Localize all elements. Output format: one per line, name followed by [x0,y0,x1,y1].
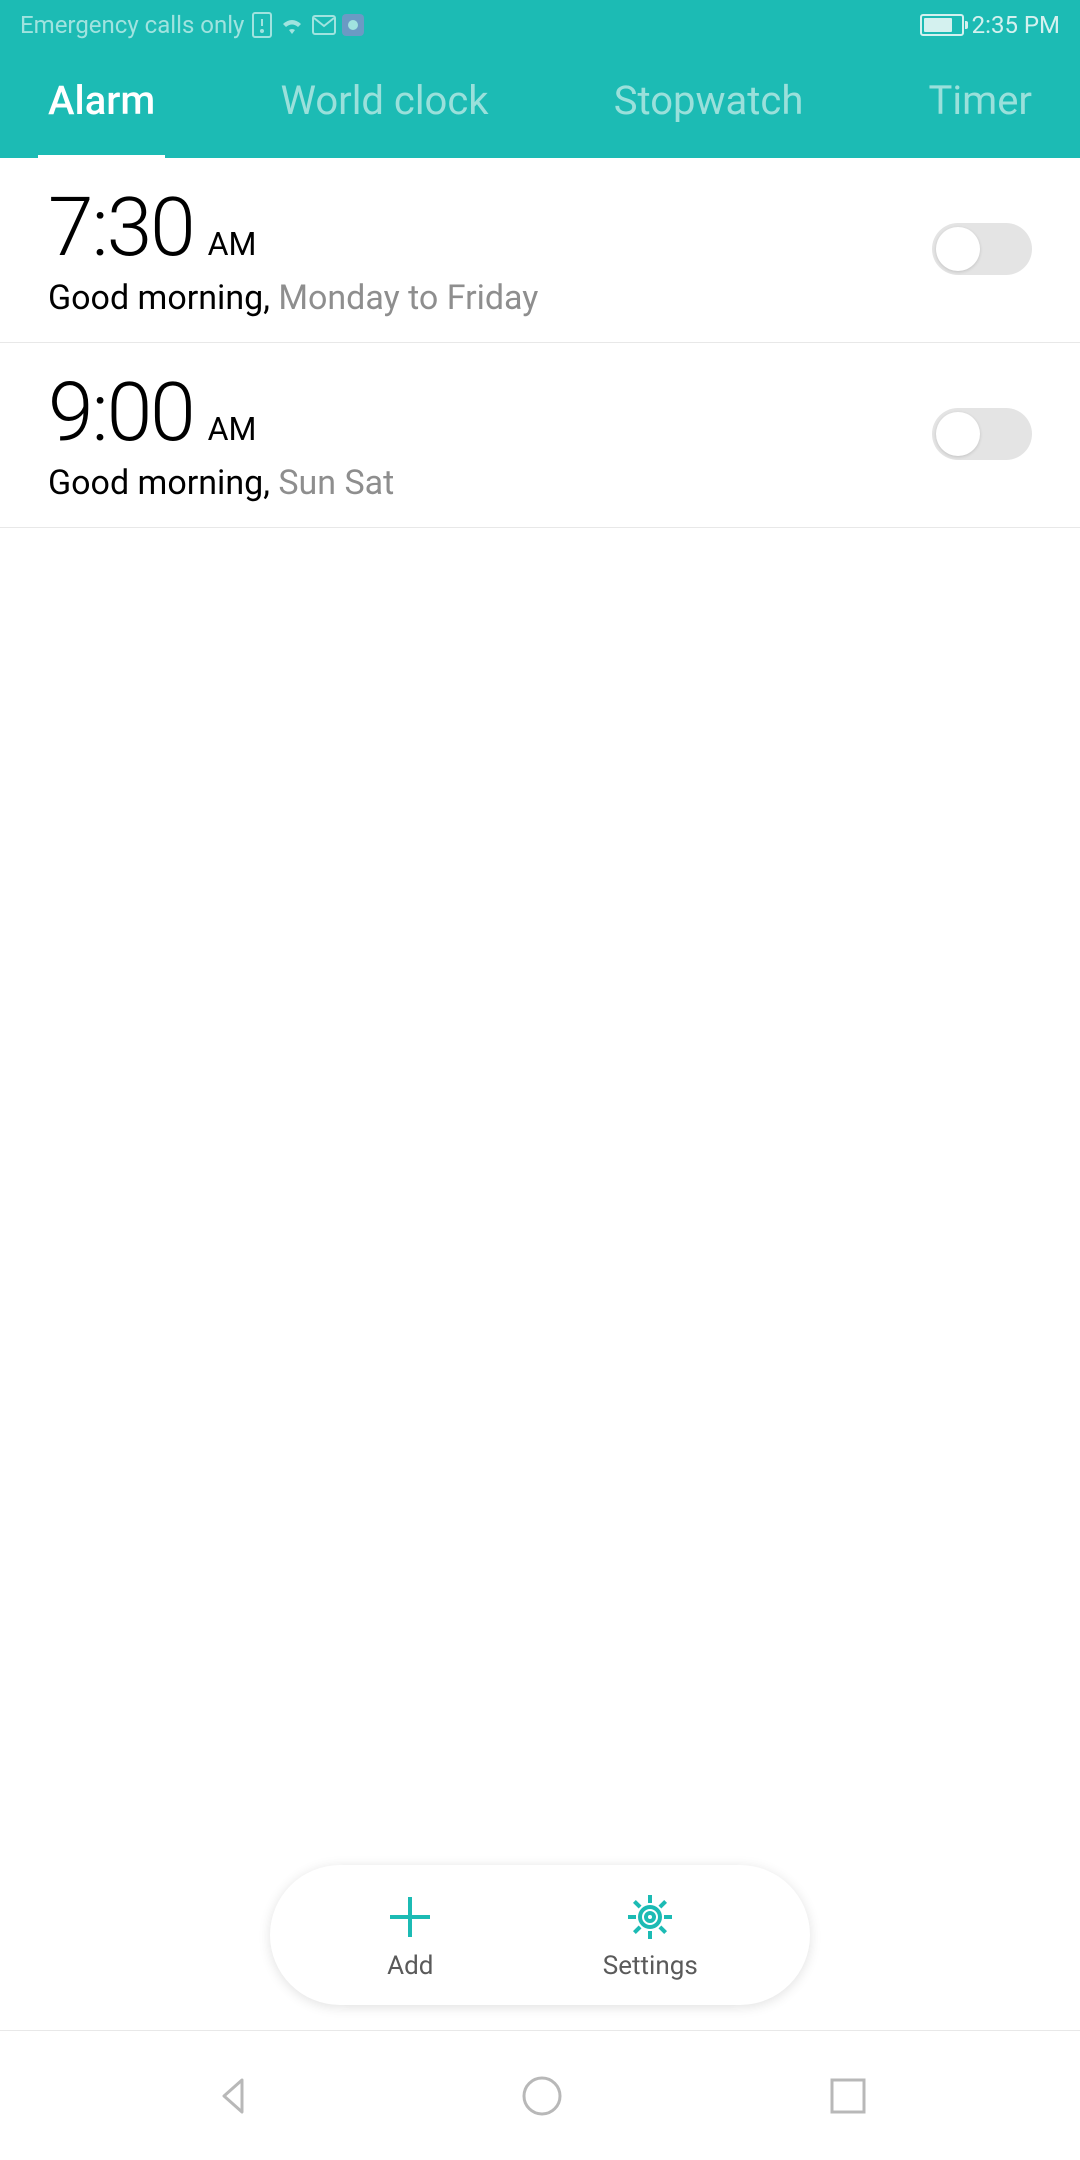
bottom-actions: Add Settings [270,1865,810,2005]
alarm-list: 7:30 AM Good morning, Monday to Friday 9… [0,158,1080,528]
alarm-ampm: AM [208,225,257,263]
alarm-ampm: AM [208,410,257,448]
plus-icon [382,1889,438,1945]
tab-bar: Alarm World clock Stopwatch Timer [0,50,1080,158]
alarm-label: Good morning, [48,278,270,318]
status-time: 2:35 PM [972,11,1060,39]
alarm-toggle[interactable] [932,408,1032,460]
settings-button[interactable]: Settings [603,1889,698,1981]
alarm-label-row: Good morning, Sun Sat [48,463,394,503]
sim-alert-icon [252,12,272,38]
alarm-item[interactable]: 9:00 AM Good morning, Sun Sat [0,343,1080,528]
alarm-label-row: Good morning, Monday to Friday [48,278,538,318]
mail-icon [312,15,336,35]
status-left: Emergency calls only [20,11,364,39]
alarm-time-row: 7:30 AM [48,180,538,276]
alarm-label: Good morning, [48,463,270,503]
alarm-days: Sun Sat [278,463,394,503]
alarm-toggle[interactable] [932,223,1032,275]
alarm-days: Monday to Friday [278,278,538,318]
alarm-time: 7:30 [48,180,194,276]
gear-icon [622,1889,678,1945]
alarm-time: 9:00 [48,365,194,461]
alarm-info: 7:30 AM Good morning, Monday to Friday [48,180,538,318]
status-icons-left [252,12,364,38]
alarm-time-row: 9:00 AM [48,365,394,461]
toggle-thumb [936,227,980,271]
add-button[interactable]: Add [382,1889,438,1981]
add-label: Add [387,1951,433,1981]
alarm-item[interactable]: 7:30 AM Good morning, Monday to Friday [0,158,1080,343]
alarm-info: 9:00 AM Good morning, Sun Sat [48,365,394,503]
nav-bar [0,2030,1080,2160]
battery-icon [920,14,964,36]
tab-stopwatch[interactable]: Stopwatch [614,77,804,132]
status-bar: Emergency calls only 2:35 PM [0,0,1080,50]
recent-icon[interactable] [826,2074,870,2118]
status-right: 2:35 PM [920,11,1060,39]
back-icon[interactable] [210,2072,258,2120]
tab-world-clock[interactable]: World clock [280,77,488,132]
tab-alarm[interactable]: Alarm [48,77,155,132]
wifi-icon [278,14,306,36]
home-icon[interactable] [518,2072,566,2120]
app-icon [342,14,364,36]
network-status-text: Emergency calls only [20,11,244,39]
tab-timer[interactable]: Timer [929,77,1032,132]
settings-label: Settings [603,1951,698,1981]
toggle-thumb [936,412,980,456]
